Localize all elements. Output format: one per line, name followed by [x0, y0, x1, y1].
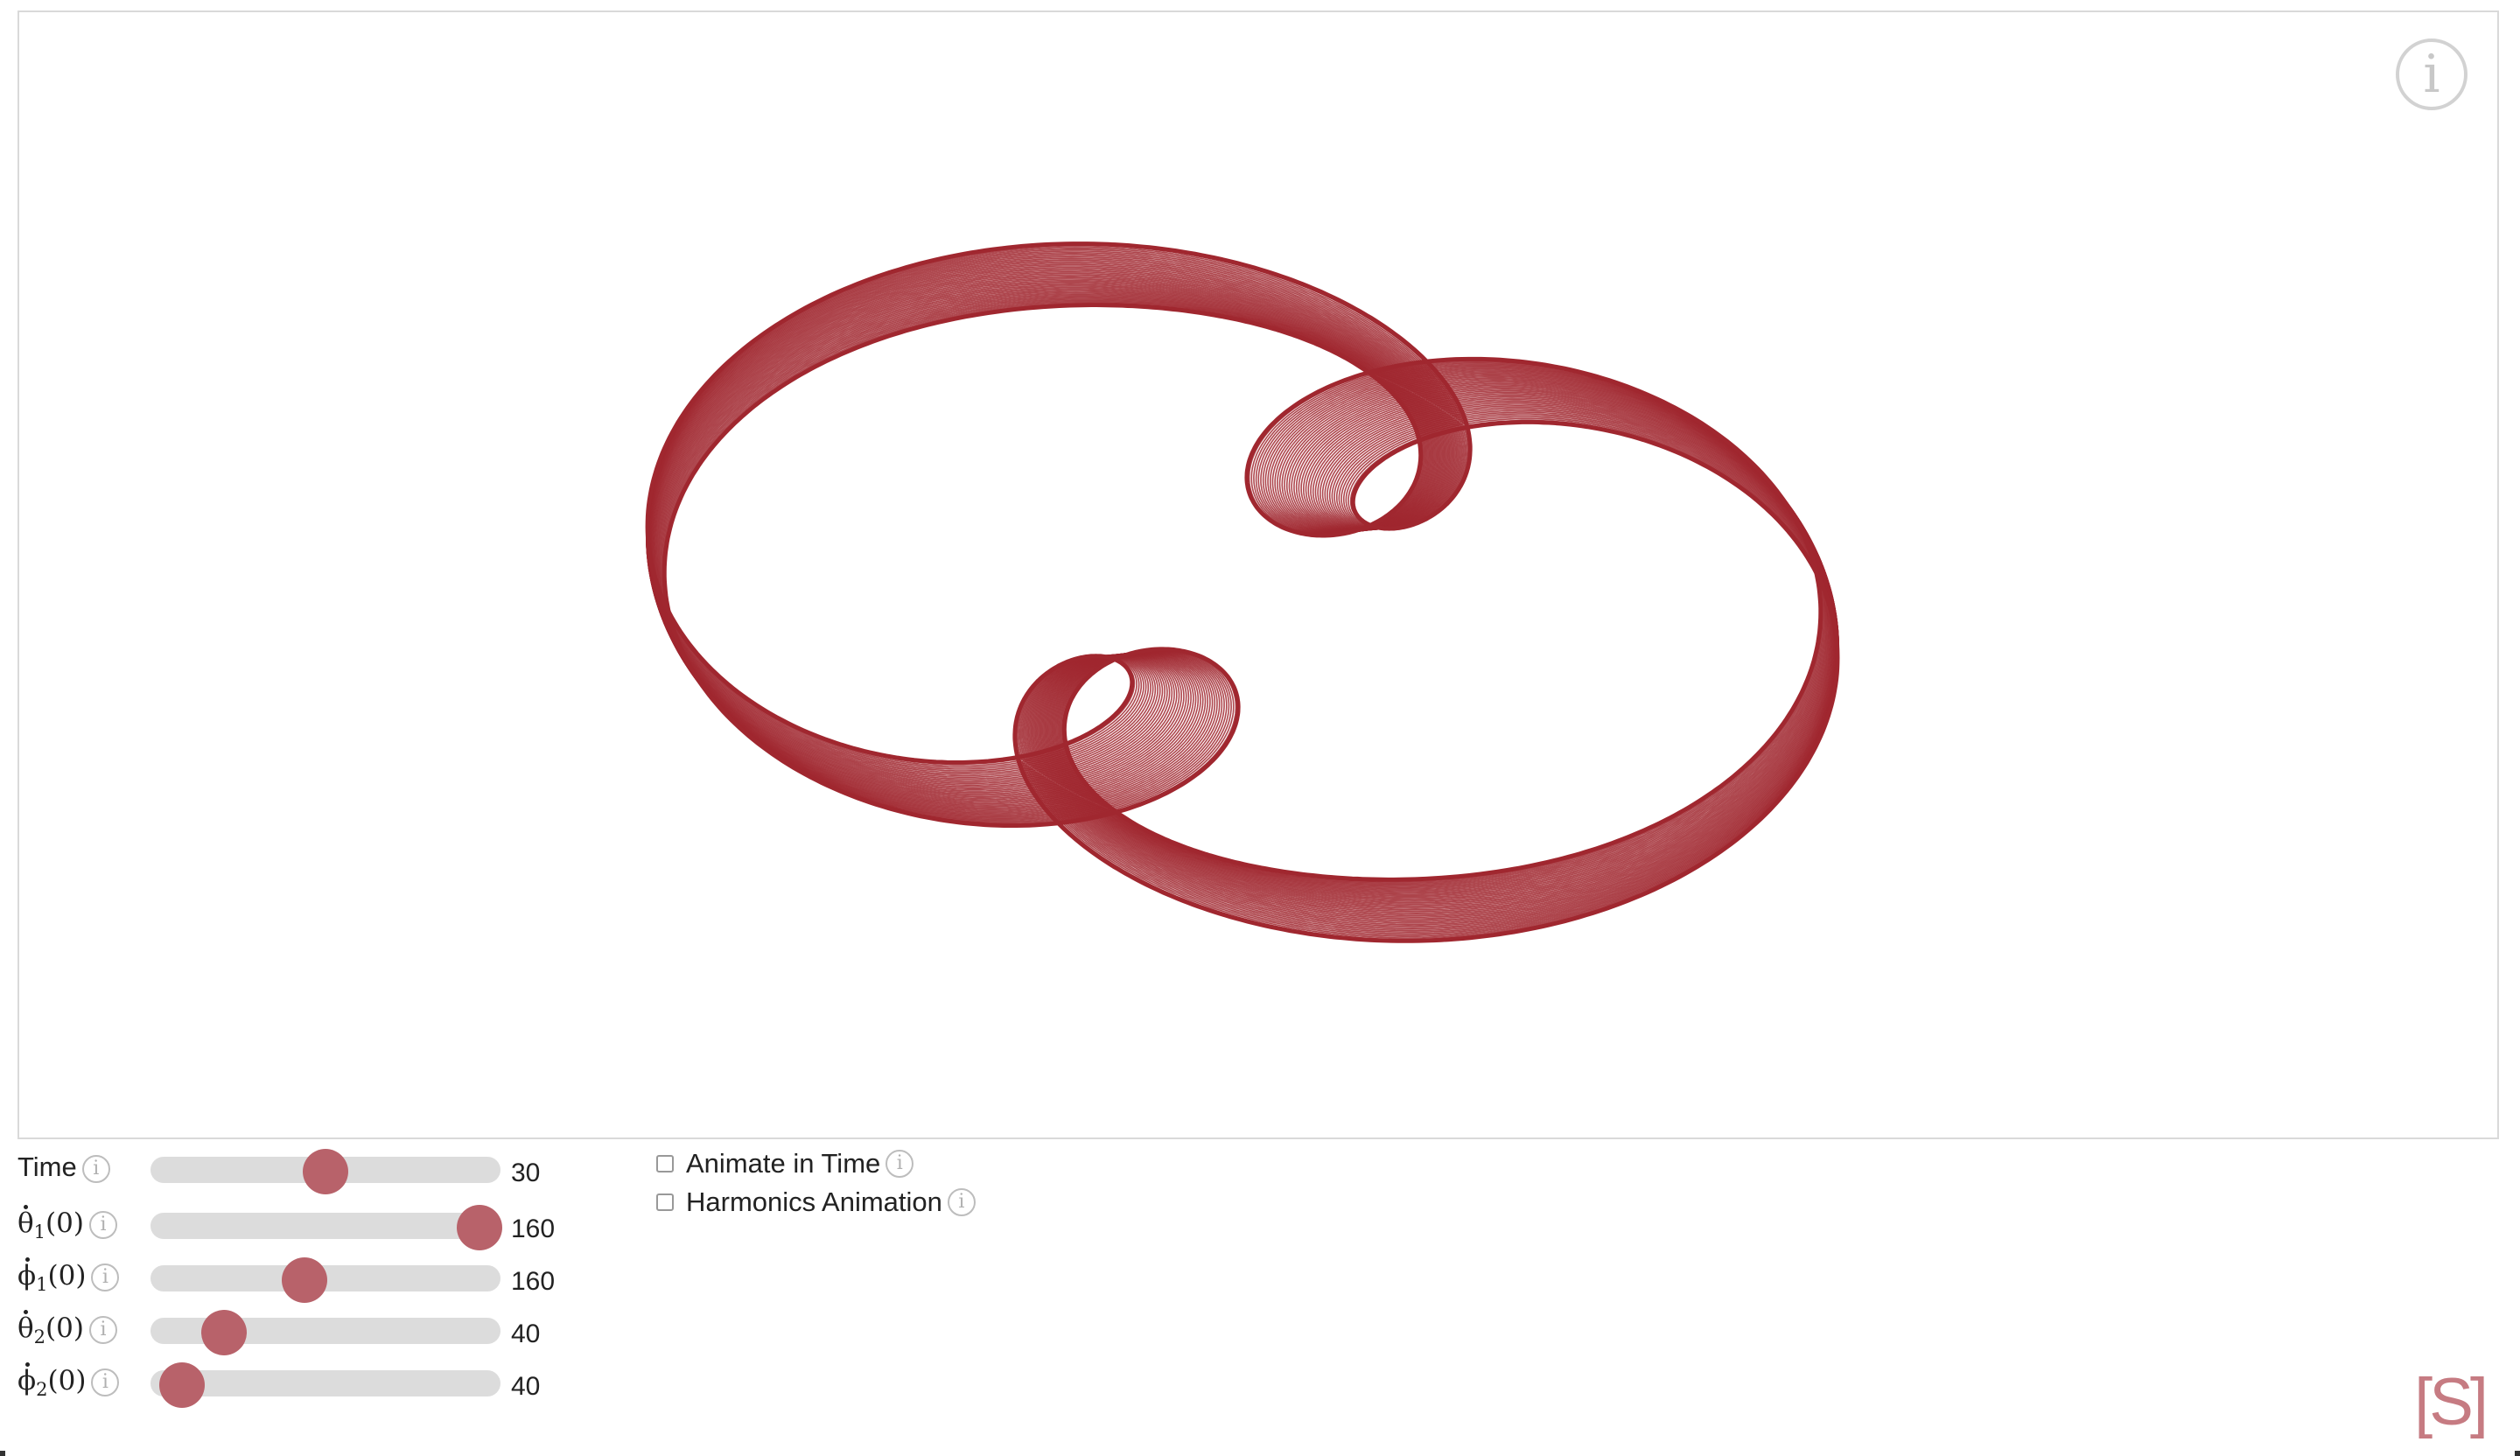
slider-thumb[interactable]	[457, 1205, 502, 1250]
slider-row-phi1: ϕ1(0) i 160	[18, 1253, 578, 1306]
window-corner	[0, 1451, 5, 1456]
slider-label-phi2: ϕ2(0) i	[18, 1365, 120, 1400]
trajectory-strand	[648, 276, 1837, 908]
s-bracket-logo[interactable]: [S]	[2414, 1364, 2488, 1440]
trajectory-strand	[647, 270, 1838, 915]
theta1-slider[interactable]	[150, 1205, 502, 1250]
slider-row-time: Time i 30	[18, 1144, 578, 1197]
trajectory-strand	[652, 286, 1833, 899]
trajectory-strand	[649, 279, 1836, 906]
plot-canvas[interactable]: i	[18, 10, 2499, 1139]
animate-in-time-checkbox[interactable]	[656, 1154, 674, 1172]
trajectory-strand	[662, 303, 1823, 882]
trajectory-strand	[648, 275, 1838, 910]
info-icon[interactable]: i	[81, 1154, 110, 1183]
window-corner	[2515, 1451, 2520, 1456]
trajectory-strand	[650, 283, 1835, 902]
trajectory-strand	[652, 288, 1833, 897]
slider-thumb[interactable]	[159, 1362, 205, 1408]
trajectory-strand	[657, 297, 1828, 888]
slider-label-time: Time i	[18, 1152, 110, 1183]
slider-thumb[interactable]	[201, 1310, 247, 1355]
info-icon[interactable]: i	[88, 1210, 117, 1239]
checkbox-label: Harmonics Animation	[686, 1186, 942, 1217]
trajectory-strand	[655, 294, 1830, 891]
slider-value: 160	[511, 1214, 556, 1243]
phi1-slider[interactable]	[150, 1257, 500, 1303]
trajectory-strand	[647, 270, 1838, 914]
trajectory-strand	[651, 285, 1834, 900]
info-icon[interactable]: i	[2396, 38, 2468, 110]
trajectory-strand	[656, 295, 1829, 889]
trajectory-strand	[654, 293, 1830, 892]
slider-row-phi2: ϕ2(0) i 40	[18, 1358, 578, 1410]
info-icon[interactable]: i	[88, 1315, 117, 1344]
slider-label-theta1: θ1(0) i	[18, 1208, 117, 1242]
trajectory-strand	[648, 274, 1838, 911]
trajectory-strand	[659, 298, 1826, 886]
slider-thumb[interactable]	[282, 1257, 327, 1303]
slider-row-theta2: θ2(0) i 40	[18, 1306, 578, 1358]
trajectory-strand	[647, 268, 1838, 917]
slider-value: 30	[511, 1158, 541, 1187]
harmonics-animation-checkbox[interactable]	[656, 1193, 674, 1211]
phi2-slider[interactable]	[150, 1362, 500, 1408]
slider-thumb[interactable]	[303, 1149, 348, 1194]
trajectory-strand	[646, 251, 1839, 934]
trajectory-strand	[649, 281, 1836, 904]
trajectory-strand	[654, 291, 1830, 893]
info-icon[interactable]: i	[886, 1149, 914, 1178]
time-slider[interactable]	[150, 1149, 500, 1194]
info-icon[interactable]: i	[947, 1187, 976, 1216]
info-icon[interactable]: i	[91, 1263, 120, 1292]
trajectory-strand	[648, 272, 1838, 913]
theta2-slider[interactable]	[150, 1310, 500, 1355]
trajectory-strand	[662, 303, 1824, 882]
harmonic-trajectory-plot	[645, 242, 1840, 943]
slider-label-theta2: θ2(0) i	[18, 1312, 117, 1348]
trajectory-strand	[660, 300, 1825, 885]
slider-row-theta1: θ1(0) i 160	[18, 1200, 578, 1253]
trajectory-strand	[661, 301, 1824, 884]
info-icon[interactable]: i	[91, 1368, 120, 1396]
slider-value: 40	[511, 1372, 541, 1401]
checkbox-label: Animate in Time	[686, 1147, 881, 1179]
trajectory-curves	[645, 242, 1840, 943]
slider-value: 40	[511, 1320, 541, 1348]
trajectory-strand	[662, 302, 1824, 883]
animate-in-time-option[interactable]: Animate in Time i	[656, 1146, 914, 1185]
trajectory-strand	[658, 298, 1827, 887]
harmonics-animation-option[interactable]: Harmonics Animation i	[656, 1185, 976, 1223]
slider-label-phi1: ϕ1(0) i	[18, 1260, 120, 1295]
trajectory-strand	[646, 265, 1839, 920]
trajectory-strand	[650, 284, 1835, 901]
trajectory-strand	[663, 304, 1822, 881]
trajectory-strand	[648, 278, 1837, 906]
trajectory-strand	[654, 290, 1831, 894]
trajectory-strand	[653, 289, 1832, 896]
trajectory-strand	[646, 266, 1839, 918]
slider-value: 160	[511, 1267, 556, 1296]
